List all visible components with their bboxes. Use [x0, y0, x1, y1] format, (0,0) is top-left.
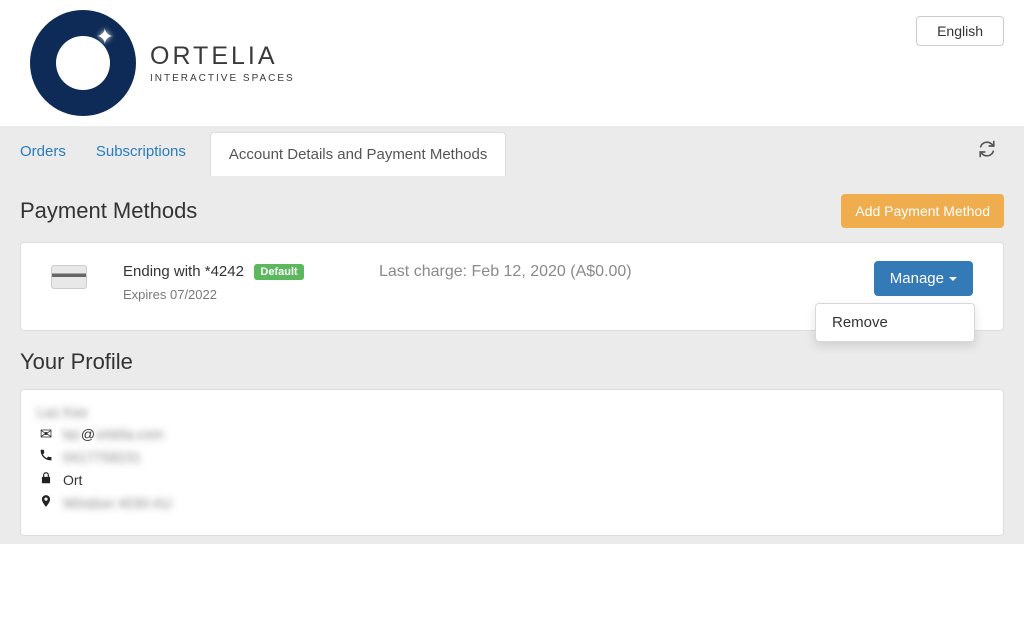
phone-icon — [37, 448, 55, 466]
payment-method-card: Ending with *4242 Default Expires 07/202… — [20, 242, 1004, 331]
manage-button[interactable]: Manage — [874, 261, 973, 296]
dropdown-remove[interactable]: Remove — [816, 304, 974, 341]
add-payment-method-button[interactable]: Add Payment Method — [841, 194, 1004, 228]
brand-name: ORTELIA — [150, 42, 295, 71]
location-icon — [37, 494, 55, 512]
brand-logo: ✦ ORTELIA INTERACTIVE SPACES — [30, 10, 295, 116]
profile-panel: Laz Kas ✉ laz@ortelia.com 0417758231 Ort — [20, 389, 1004, 536]
credit-card-icon — [51, 265, 87, 289]
account-tabs: Orders Subscriptions Account Details and… — [0, 126, 1024, 176]
profile-company: Ort — [37, 471, 987, 489]
profile-phone: 0417758231 — [37, 448, 987, 466]
language-button[interactable]: English — [916, 16, 1004, 46]
email-icon: ✉ — [37, 425, 55, 443]
logo-mark: ✦ — [30, 10, 136, 116]
payment-methods-title: Payment Methods — [20, 198, 197, 224]
profile-address: Windsor 4030 AU — [37, 494, 987, 512]
tab-subscriptions[interactable]: Subscriptions — [84, 129, 210, 174]
profile-name: Laz Kas — [37, 404, 987, 420]
chevron-down-icon — [949, 277, 957, 281]
tab-orders[interactable]: Orders — [20, 129, 84, 174]
lock-icon — [37, 471, 55, 489]
last-charge: Last charge: Feb 12, 2020 (A$0.00) — [379, 263, 632, 281]
card-expires: Expires 07/2022 — [123, 287, 323, 302]
profile-title: Your Profile — [20, 349, 133, 375]
card-ending: Ending with *4242 — [123, 263, 244, 280]
manage-dropdown: Remove — [815, 303, 975, 342]
profile-email: ✉ laz@ortelia.com — [37, 425, 987, 443]
refresh-icon[interactable] — [978, 140, 996, 163]
default-badge: Default — [254, 264, 303, 280]
brand-tagline: INTERACTIVE SPACES — [150, 73, 295, 84]
tab-account-details[interactable]: Account Details and Payment Methods — [210, 132, 506, 176]
